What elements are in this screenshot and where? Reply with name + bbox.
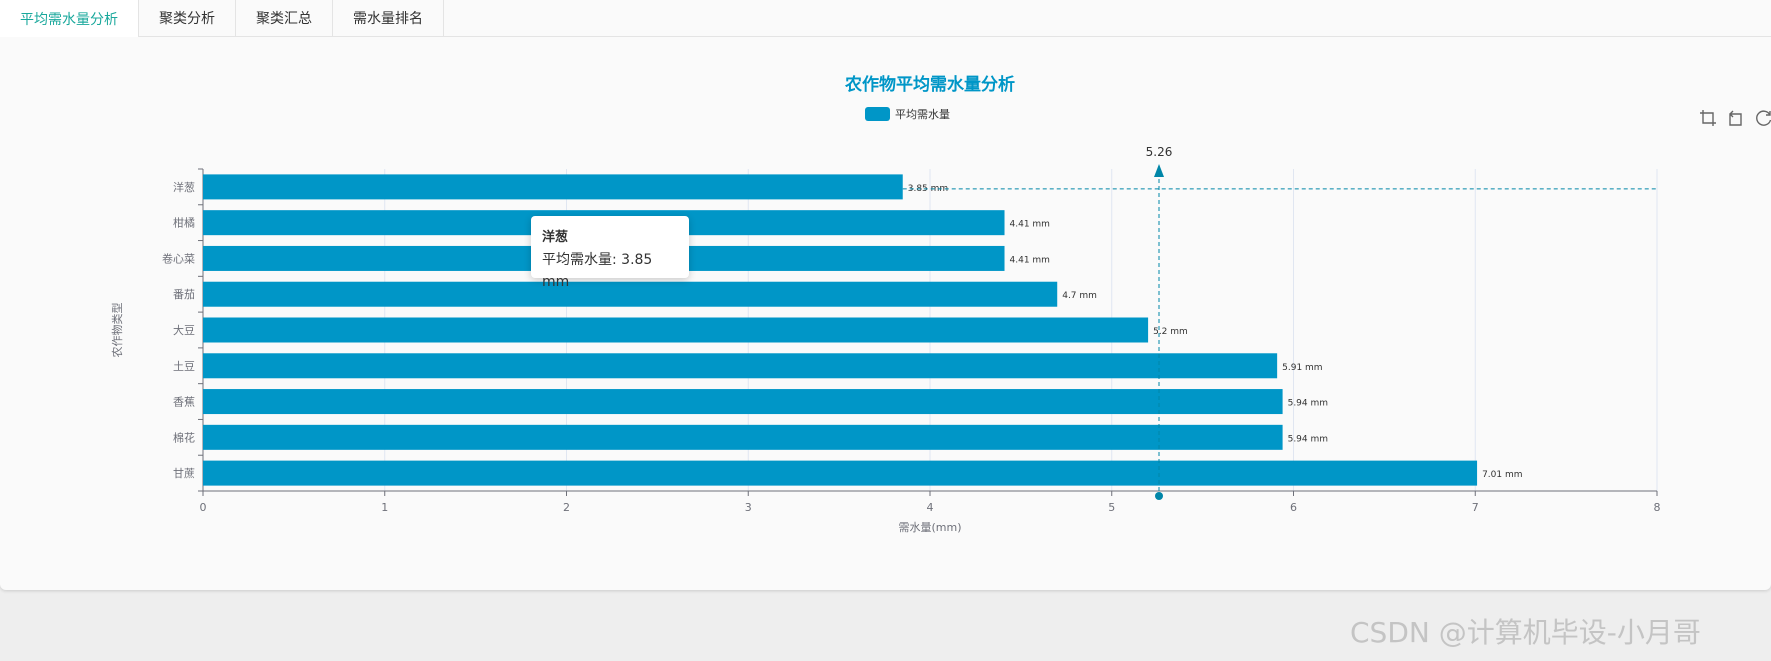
bar — [203, 174, 903, 200]
legend-swatch — [865, 107, 890, 121]
tab-cluster-summary[interactable]: 聚类汇总 — [236, 0, 333, 36]
tooltip-title: 洋葱 — [542, 230, 569, 245]
y-tick-label: 大豆 — [173, 323, 195, 337]
tab-average-water-demand[interactable]: 平均需水量分析 — [0, 0, 139, 37]
data-label: 3.85 mm — [908, 184, 948, 194]
x-tick-label: 8 — [1654, 501, 1661, 514]
data-label: 4.41 mm — [1010, 255, 1050, 265]
tooltip-value: 平均需水量: 3.85 mm — [542, 252, 653, 290]
y-tick-label: 柑橘 — [173, 216, 195, 230]
y-tick-label: 土豆 — [173, 360, 195, 373]
x-tick-label: 2 — [563, 501, 570, 514]
y-tick-label: 洋葱 — [173, 180, 195, 194]
x-tick-label: 3 — [745, 501, 752, 514]
y-axis-title: 农作物类型 — [110, 303, 124, 358]
tab-cluster-analysis[interactable]: 聚类分析 — [139, 0, 236, 36]
zoom-in-icon[interactable] — [1698, 108, 1718, 128]
zoom-reset-icon[interactable] — [1726, 108, 1746, 128]
y-tick-label: 香蕉 — [173, 396, 195, 409]
x-tick-label: 1 — [381, 501, 388, 514]
data-label: 5.2 mm — [1153, 327, 1188, 337]
average-line-dot — [1155, 492, 1164, 500]
data-label: 5.94 mm — [1288, 434, 1328, 444]
x-tick-label: 6 — [1290, 501, 1297, 514]
tab-bar: 平均需水量分析 聚类分析 聚类汇总 需水量排名 — [0, 0, 1771, 37]
y-tick-label: 棉花 — [173, 430, 195, 444]
x-tick-label: 7 — [1472, 501, 1479, 514]
x-tick-label: 0 — [200, 501, 207, 514]
data-label: 5.94 mm — [1288, 399, 1328, 409]
data-label: 7.01 mm — [1482, 470, 1522, 480]
bar — [203, 389, 1283, 415]
bar — [203, 460, 1478, 486]
y-tick-label: 甘蔗 — [173, 467, 195, 480]
average-line-label: 5.26 — [1146, 145, 1173, 159]
chart-card: 平均需水量分析 聚类分析 聚类汇总 需水量排名 农作物平均需水量分析平均需水量 0… — [0, 0, 1771, 590]
data-label: 5.91 mm — [1282, 363, 1322, 373]
x-tick-label: 4 — [927, 501, 934, 514]
watermark: CSDN @计算机毕设-小月哥 — [1350, 616, 1701, 649]
y-tick-label: 卷心菜 — [162, 251, 195, 265]
data-label: 4.41 mm — [1010, 220, 1050, 230]
x-axis-title: 需水量(mm) — [898, 521, 961, 534]
restore-icon[interactable] — [1754, 108, 1771, 128]
bar-chart: 农作物平均需水量分析平均需水量 0 1 2 3 4 5 6 7 8 洋葱 3.85 mm 柑橘 4.41 … — [110, 74, 1661, 534]
tab-water-demand-ranking[interactable]: 需水量排名 — [333, 0, 444, 36]
x-tick-label: 5 — [1108, 501, 1115, 514]
bar — [203, 317, 1149, 343]
average-line-arrow — [1154, 164, 1165, 177]
data-label: 4.7 mm — [1062, 291, 1097, 301]
bar — [203, 424, 1283, 450]
chart-title: 农作物平均需水量分析 — [844, 74, 1015, 95]
chart-tooltip: 洋葱 平均需水量: 3.85 mm — [531, 216, 689, 290]
bar — [203, 353, 1278, 379]
legend-label: 平均需水量 — [895, 108, 950, 121]
chart-toolbox — [1698, 108, 1771, 128]
y-tick-label: 番茄 — [173, 287, 195, 301]
